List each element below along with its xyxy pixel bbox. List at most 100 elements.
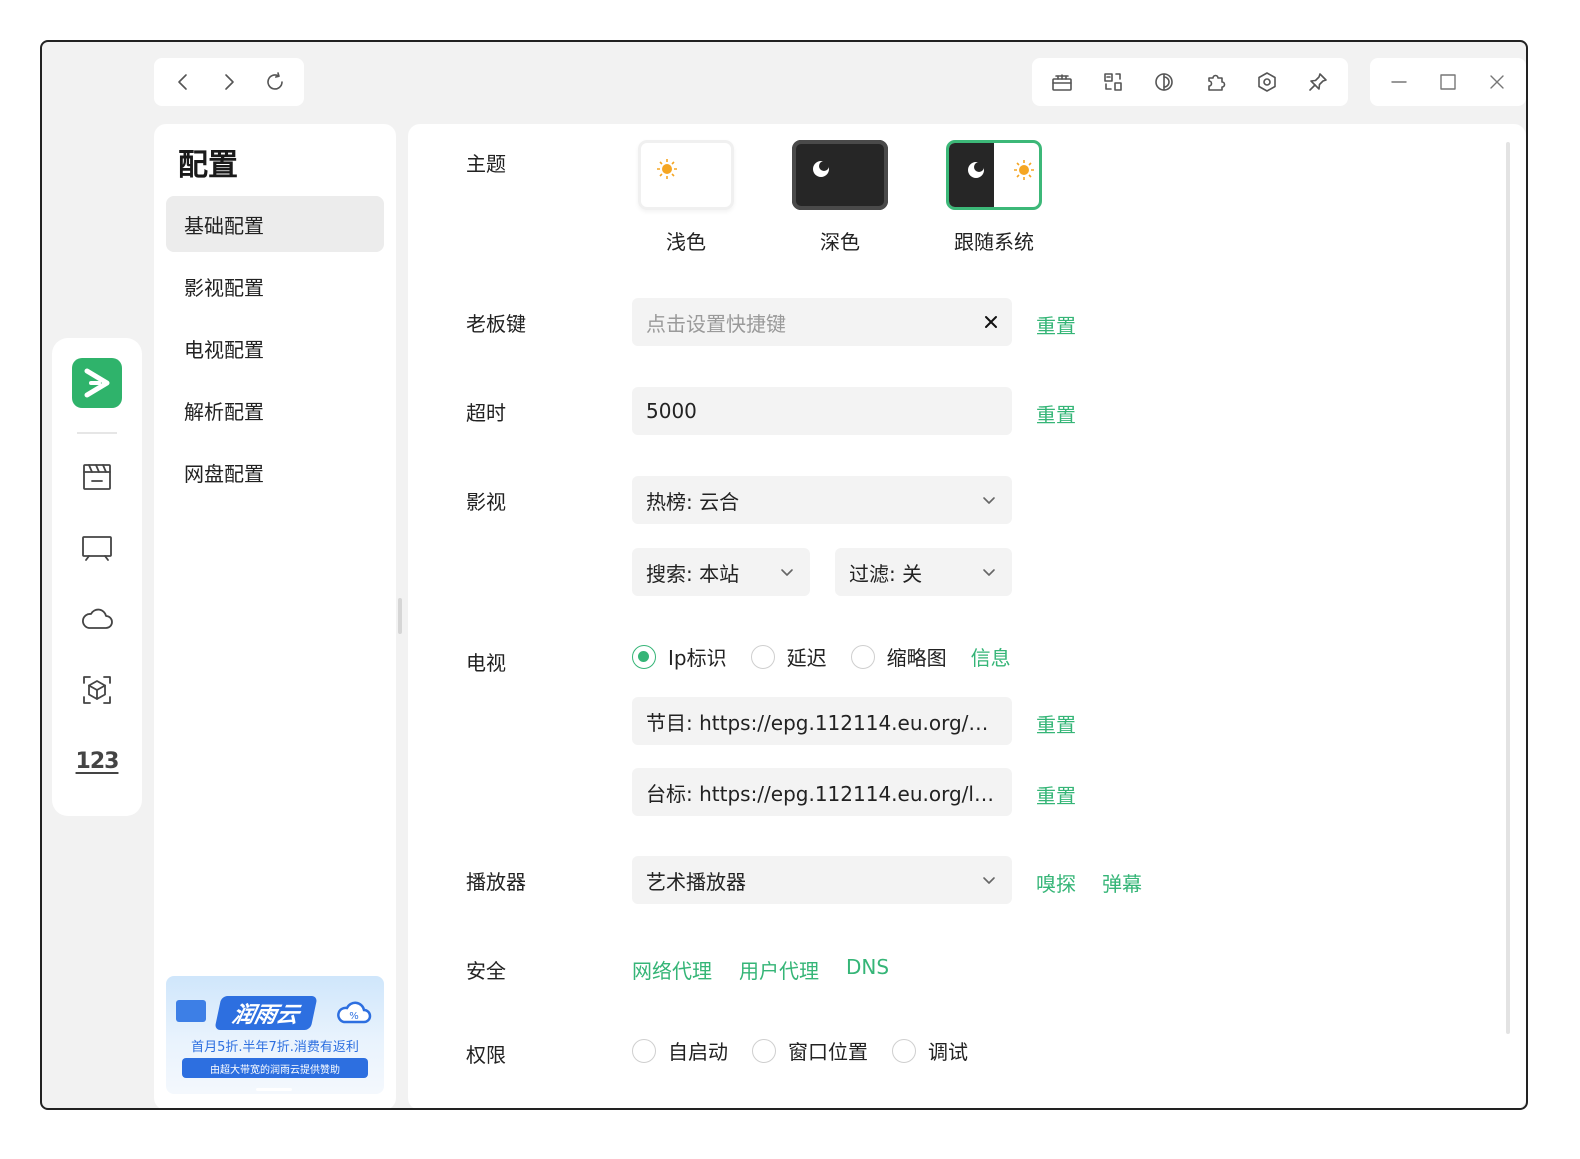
radio-dot bbox=[892, 1038, 916, 1063]
radio-autostart[interactable]: 自启动 bbox=[632, 1036, 728, 1065]
menu-item-basic[interactable]: 基础配置 bbox=[166, 196, 384, 252]
theme-thumb-system bbox=[946, 140, 1042, 210]
boss-key-reset-link[interactable]: 重置 bbox=[1036, 310, 1076, 339]
logo-url-value: 台标: https://epg.112114.eu.org/lo... bbox=[646, 781, 998, 806]
epg-url-value: 节目: https://epg.112114.eu.org/?c... bbox=[646, 710, 998, 735]
theme-label: 主题 bbox=[466, 152, 506, 176]
toolbar bbox=[1032, 58, 1348, 106]
number-icon[interactable]: 123 bbox=[72, 736, 122, 786]
radio-dot bbox=[632, 1038, 656, 1063]
app-logo-icon[interactable] bbox=[72, 358, 122, 408]
timeout-label: 超时 bbox=[466, 401, 506, 425]
menu-item-parse[interactable]: 解析配置 bbox=[166, 382, 384, 438]
epg-url-input[interactable]: 节目: https://epg.112114.eu.org/?c... bbox=[632, 697, 1012, 745]
radio-dot bbox=[850, 644, 875, 669]
theme-label-light: 浅色 bbox=[666, 230, 706, 254]
sniff-link[interactable]: 嗅探 bbox=[1036, 868, 1076, 897]
danmaku-link[interactable]: 弹幕 bbox=[1102, 868, 1142, 897]
radio-window-position[interactable]: 窗口位置 bbox=[752, 1036, 868, 1065]
sponsor-brand: 润雨云 bbox=[214, 996, 318, 1030]
chevron-down-icon bbox=[781, 569, 793, 576]
computer-icon bbox=[176, 1000, 206, 1022]
filter-select[interactable]: 过滤: 关 bbox=[835, 548, 1012, 596]
player-select[interactable]: 艺术播放器 bbox=[632, 856, 1012, 904]
cloud-discount-icon: % bbox=[337, 1001, 372, 1024]
radio-label: Ip标识 bbox=[668, 646, 727, 670]
timeout-reset-link[interactable]: 重置 bbox=[1036, 399, 1076, 428]
puzzle-icon[interactable] bbox=[1196, 62, 1236, 102]
translate-icon[interactable] bbox=[1093, 62, 1133, 102]
clear-icon[interactable] bbox=[984, 310, 998, 334]
chevron-down-icon bbox=[983, 497, 995, 504]
menu-title: 配置 bbox=[178, 148, 238, 183]
panel-splitter[interactable] bbox=[398, 598, 402, 634]
cloud-icon[interactable] bbox=[72, 594, 122, 644]
sponsor-offer: 首月5折.半年7折.消费有返利 bbox=[191, 1040, 359, 1055]
tv-label: 电视 bbox=[466, 651, 506, 675]
search-source-value: 搜索: 本站 bbox=[646, 561, 740, 586]
tv-icon[interactable] bbox=[72, 523, 122, 573]
carousel-indicator bbox=[256, 1088, 292, 1091]
timeout-value: 5000 bbox=[646, 399, 697, 423]
theme-label-dark: 深色 bbox=[820, 230, 860, 254]
chevron-down-icon bbox=[983, 877, 995, 884]
window-controls bbox=[1370, 58, 1526, 106]
menu-item-film[interactable]: 影视配置 bbox=[166, 258, 384, 314]
theme-label-system: 跟随系统 bbox=[954, 230, 1034, 254]
movie-icon[interactable] bbox=[72, 452, 122, 502]
epg-reset-link[interactable]: 重置 bbox=[1036, 709, 1076, 738]
dns-link[interactable]: DNS bbox=[846, 955, 889, 979]
scrollbar[interactable] bbox=[1506, 142, 1510, 1034]
logo-url-input[interactable]: 台标: https://epg.112114.eu.org/lo... bbox=[632, 768, 1012, 816]
radio-dot bbox=[752, 1038, 776, 1063]
theme-thumb-light bbox=[638, 140, 734, 210]
minimize-icon[interactable] bbox=[1379, 62, 1419, 102]
back-icon[interactable] bbox=[163, 62, 203, 102]
menu-item-tv[interactable]: 电视配置 bbox=[166, 320, 384, 376]
sponsor-banner[interactable]: 润雨云 % 首月5折.半年7折.消费有返利 由超大带宽的润雨云提供赞助 bbox=[166, 976, 384, 1094]
theme-option-dark[interactable]: 深色 bbox=[790, 140, 890, 255]
moon-icon bbox=[813, 161, 829, 177]
security-label: 安全 bbox=[466, 959, 506, 983]
filter-value: 过滤: 关 bbox=[849, 561, 923, 586]
permission-label: 权限 bbox=[466, 1043, 506, 1067]
boss-key-input[interactable]: 点击设置快捷键 bbox=[632, 298, 1012, 346]
radio-label: 自启动 bbox=[668, 1040, 728, 1064]
radio-debug[interactable]: 调试 bbox=[892, 1036, 968, 1065]
radio-label: 调试 bbox=[928, 1040, 968, 1064]
boss-key-placeholder: 点击设置快捷键 bbox=[646, 311, 786, 336]
logo-reset-link[interactable]: 重置 bbox=[1036, 780, 1076, 809]
theme-option-system[interactable]: 跟随系统 bbox=[944, 140, 1044, 255]
timeout-input[interactable]: 5000 bbox=[632, 387, 1012, 435]
sun-icon bbox=[657, 159, 677, 179]
svg-text:%: % bbox=[349, 1011, 359, 1022]
refresh-icon[interactable] bbox=[255, 62, 295, 102]
theme-option-light[interactable]: 浅色 bbox=[636, 140, 736, 255]
settings-panel: 主题 浅色 深色 跟随系统 老板键 点击设置快捷键 重置 超时 5000 重置 … bbox=[408, 124, 1526, 1108]
pin-icon[interactable] bbox=[1298, 62, 1338, 102]
scan-cube-icon[interactable] bbox=[72, 665, 122, 715]
app-window: 123 配置 基础配置 影视配置 电视配置 解析配置 网盘配置 润雨云 % 首月… bbox=[40, 40, 1528, 1110]
hot-list-select[interactable]: 热榜: 云合 bbox=[632, 476, 1012, 524]
maximize-icon[interactable] bbox=[1428, 62, 1468, 102]
user-agent-link[interactable]: 用户代理 bbox=[739, 955, 819, 984]
menu-item-netdisk[interactable]: 网盘配置 bbox=[166, 444, 384, 500]
player-value: 艺术播放器 bbox=[646, 869, 746, 894]
radio-dot bbox=[750, 644, 775, 669]
left-icon-bar: 123 bbox=[52, 338, 142, 816]
tv-info-link[interactable]: 信息 bbox=[971, 642, 1011, 671]
radio-ip-tag[interactable]: Ip标识 bbox=[632, 642, 727, 671]
search-source-select[interactable]: 搜索: 本站 bbox=[632, 548, 810, 596]
forward-icon[interactable] bbox=[209, 62, 249, 102]
settings-icon[interactable] bbox=[1247, 62, 1287, 102]
radio-label: 窗口位置 bbox=[788, 1040, 868, 1064]
moon-icon bbox=[968, 162, 984, 178]
contrast-icon[interactable] bbox=[1144, 62, 1184, 102]
radio-latency[interactable]: 延迟 bbox=[750, 642, 827, 671]
chevron-down-icon bbox=[983, 569, 995, 576]
close-icon[interactable] bbox=[1477, 62, 1517, 102]
radio-thumbnail[interactable]: 缩略图 bbox=[850, 642, 947, 671]
film-label: 影视 bbox=[466, 490, 506, 514]
gift-icon[interactable] bbox=[1042, 62, 1082, 102]
network-proxy-link[interactable]: 网络代理 bbox=[632, 955, 712, 984]
